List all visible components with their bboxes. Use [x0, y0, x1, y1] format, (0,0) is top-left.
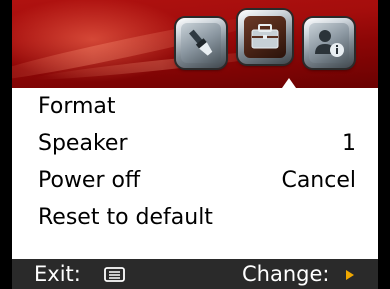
menu-item-label: Format	[38, 94, 116, 119]
menu-item-label: Reset to default	[38, 205, 213, 230]
menu-button-icon	[104, 267, 125, 282]
menu-item-speaker[interactable]: Speaker 1	[12, 125, 378, 162]
settings-menu: Format Speaker 1 Power off Cancel Reset …	[12, 88, 378, 236]
footer-bar: Exit: Change:	[12, 259, 378, 289]
menu-item-value: 1	[342, 131, 356, 156]
brush-icon	[189, 29, 213, 56]
menu-item-reset[interactable]: Reset to default	[12, 199, 378, 236]
change-label: Change:	[242, 262, 330, 286]
toolbox-icon	[251, 24, 279, 49]
tab-person-info[interactable]	[304, 18, 354, 68]
category-tabs	[176, 10, 376, 76]
menu-item-format[interactable]: Format	[12, 88, 378, 125]
menu-item-value: Cancel	[281, 168, 356, 193]
right-arrow-icon	[346, 270, 354, 280]
tab-brush[interactable]	[176, 18, 226, 68]
tab-toolbox[interactable]	[238, 10, 292, 64]
active-tab-pointer	[282, 78, 296, 88]
person-info-icon	[315, 30, 344, 57]
menu-item-power-off[interactable]: Power off Cancel	[12, 162, 378, 199]
menu-item-label: Speaker	[38, 131, 128, 156]
device-frame: Format Speaker 1 Power off Cancel Reset …	[0, 0, 390, 289]
settings-screen: Format Speaker 1 Power off Cancel Reset …	[12, 0, 378, 289]
exit-label: Exit:	[34, 262, 81, 286]
menu-item-label: Power off	[38, 168, 141, 193]
header-banner	[12, 0, 378, 88]
